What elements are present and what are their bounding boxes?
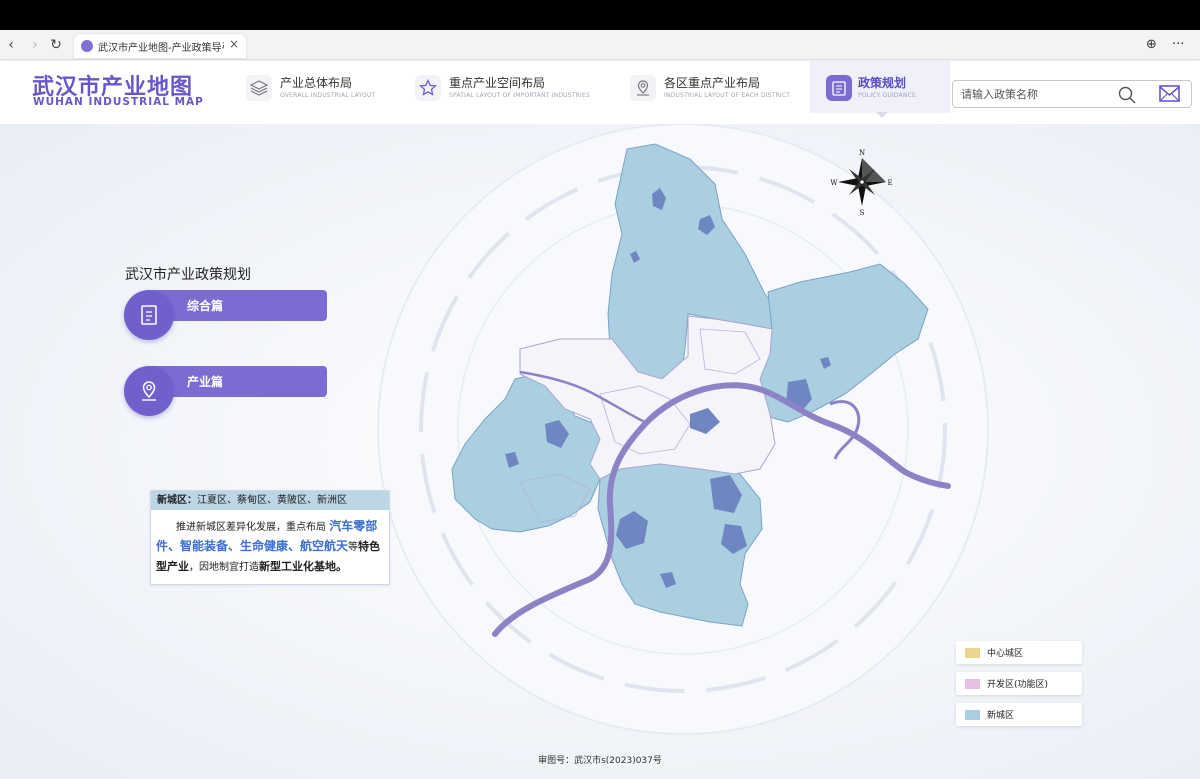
mail-icon[interactable] — [1158, 84, 1182, 108]
document-icon — [137, 303, 161, 331]
nav-spatial-layout[interactable]: 重点产业空间布局 SPATIAL LAYOUT OF IMPORTANT IND… — [415, 61, 605, 113]
button-bar — [149, 366, 327, 397]
forward-icon[interactable]: › — [26, 36, 44, 54]
nav-sublabel: POLICY GUIDANCE — [858, 92, 917, 99]
close-icon[interactable]: × — [229, 37, 239, 51]
info-head-label: 新城区： — [157, 495, 197, 506]
back-icon[interactable]: ‹ — [2, 36, 20, 54]
tab-title: 武汉市产业地图-产业政策导引 — [98, 43, 224, 54]
compass-north: N — [859, 149, 865, 157]
legend-swatch — [965, 679, 980, 689]
search-icon[interactable] — [1117, 85, 1137, 109]
nav-sublabel: OVERALL INDUSTRIAL LAYOUT — [280, 92, 376, 99]
compass-west: W — [830, 179, 838, 187]
map-pin-icon — [630, 75, 656, 101]
policy-panel-title: 武汉市产业政策规划 — [125, 267, 251, 283]
browser-tab-bar: ‹ › ↻ 武汉市产业地图-产业政策导引 × ⊕ ··· — [0, 30, 1200, 60]
browser-tab[interactable]: 武汉市产业地图-产业政策导引 × — [74, 34, 246, 58]
legend-label: 新城区 — [987, 711, 1015, 721]
app-header: 武汉市产业地图 WUHAN INDUSTRIAL MAP 产业总体布局 OVER… — [0, 61, 1200, 124]
location-icon — [137, 379, 161, 407]
button-bar — [149, 290, 327, 321]
window-top-bar — [0, 0, 1200, 30]
industry-button[interactable]: 产业篇 — [124, 366, 329, 416]
legend-swatch — [965, 648, 980, 658]
nav-label: 产业总体布局 — [280, 76, 353, 90]
info-card-header: 新城区：江夏区、蔡甸区、黄陂区、新洲区 — [151, 491, 389, 510]
nav-district-layout[interactable]: 各区重点产业布局 INDUSTRIAL LAYOUT OF EACH DISTR… — [630, 61, 805, 113]
nav-overall-layout[interactable]: 产业总体布局 OVERALL INDUSTRIAL LAYOUT — [246, 61, 396, 113]
legend-swatch — [965, 710, 980, 720]
info-text: 推进新城区差异化发展，重点布局 — [176, 522, 326, 533]
more-icon[interactable]: ··· — [1172, 37, 1184, 52]
info-card-body: 推进新城区差异化发展，重点布局 汽车零部件、智能装备、生命健康、航空航天等特色型… — [156, 517, 388, 577]
star-icon — [415, 75, 441, 101]
nav-sublabel: SPATIAL LAYOUT OF IMPORTANT INDUSTRIES — [449, 92, 590, 99]
reload-icon[interactable]: ↻ — [47, 36, 65, 54]
nav-sublabel: INDUSTRIAL LAYOUT OF EACH DISTRICT — [664, 92, 791, 99]
button-label: 产业篇 — [187, 375, 224, 389]
district-info-card: 新城区：江夏区、蔡甸区、黄陂区、新洲区 推进新城区差异化发展，重点布局 汽车零部… — [150, 490, 390, 585]
legend-label: 中心城区 — [987, 649, 1024, 659]
search-box — [952, 80, 1192, 108]
comprehensive-button[interactable]: 综合篇 — [124, 290, 329, 340]
nav-label: 政策规划 — [858, 76, 907, 90]
legend-central-urban[interactable]: 中心城区 — [956, 641, 1082, 664]
nav-label: 各区重点产业布局 — [664, 76, 761, 90]
map-approval-number: 审图号：武汉市s(2023)037号 — [538, 756, 662, 766]
map-page: N S E W 武汉市产业政策规划 综合篇 产业篇 新城区：江夏区、蔡甸区、黄陂… — [0, 124, 1200, 779]
info-bold: 新型工业化基地。 — [259, 560, 347, 573]
nav-label: 重点产业空间布局 — [449, 76, 546, 90]
policy-search-input[interactable] — [961, 85, 1111, 103]
legend-label: 开发区(功能区) — [987, 680, 1049, 690]
info-text: 等 — [348, 542, 359, 553]
layers-icon — [246, 75, 272, 101]
button-badge — [124, 366, 174, 416]
button-label: 综合篇 — [187, 299, 224, 313]
compass-south: S — [860, 209, 865, 217]
legend-new-district[interactable]: 新城区 — [956, 703, 1082, 726]
info-text: ，因地制宜打造 — [189, 562, 259, 573]
book-icon — [826, 75, 852, 101]
button-badge — [124, 290, 174, 340]
compass-east: E — [887, 179, 892, 187]
active-nav-caret — [876, 112, 888, 118]
legend-development-zone[interactable]: 开发区(功能区) — [956, 672, 1082, 695]
favicon-icon — [81, 40, 93, 52]
info-head-districts: 江夏区、蔡甸区、黄陂区、新洲区 — [197, 495, 347, 506]
globe-icon[interactable]: ⊕ — [1146, 37, 1157, 52]
logo-subtitle: WUHAN INDUSTRIAL MAP — [33, 96, 204, 108]
nav-policy-guidance[interactable]: 政策规划 POLICY GUIDANCE — [810, 61, 950, 113]
